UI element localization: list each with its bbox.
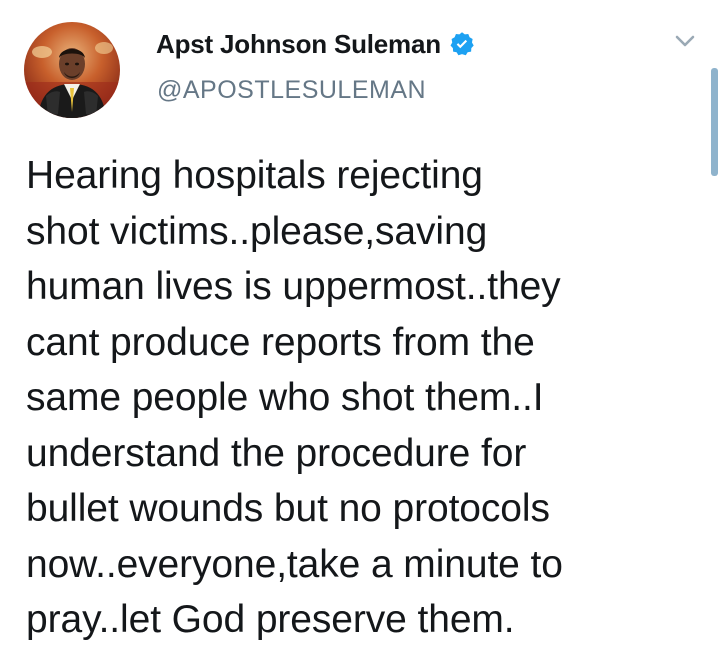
tweet-body-text: Hearing hospitals rejecting shot victims… xyxy=(26,148,706,648)
author-name-row[interactable]: Apst Johnson Suleman xyxy=(156,27,475,61)
author-handle[interactable]: @APOSTLESULEMAN xyxy=(157,76,426,105)
scrollbar-thumb[interactable] xyxy=(711,68,718,176)
tweet-text-line: understand the procedure for xyxy=(26,431,527,475)
tweet-text-line: cant produce reports from the xyxy=(26,320,535,364)
tweet-text-line: bullet wounds but no protocols xyxy=(26,487,550,530)
author-avatar[interactable] xyxy=(24,22,120,118)
avatar-photo xyxy=(24,22,120,118)
author-display-name[interactable]: Apst Johnson Suleman xyxy=(156,29,441,60)
tweet-text-line: now..everyone,take a minute to xyxy=(26,542,563,586)
tweet-menu-button[interactable] xyxy=(672,30,698,52)
chevron-down-icon xyxy=(675,35,695,47)
tweet-text-line: same people who shot them..I xyxy=(26,376,544,419)
tweet-text-line: Hearing hospitals rejecting xyxy=(26,154,483,197)
tweet-text-line: human lives is uppermost..they xyxy=(26,265,561,308)
tweet-text-line: pray..let God preserve them. xyxy=(26,598,515,641)
tweet-text-line: shot victims..please,saving xyxy=(26,209,488,253)
verified-badge-icon xyxy=(449,31,475,57)
tweet-card: Apst Johnson Suleman @APOSTLESULEMAN Hea… xyxy=(0,0,720,662)
